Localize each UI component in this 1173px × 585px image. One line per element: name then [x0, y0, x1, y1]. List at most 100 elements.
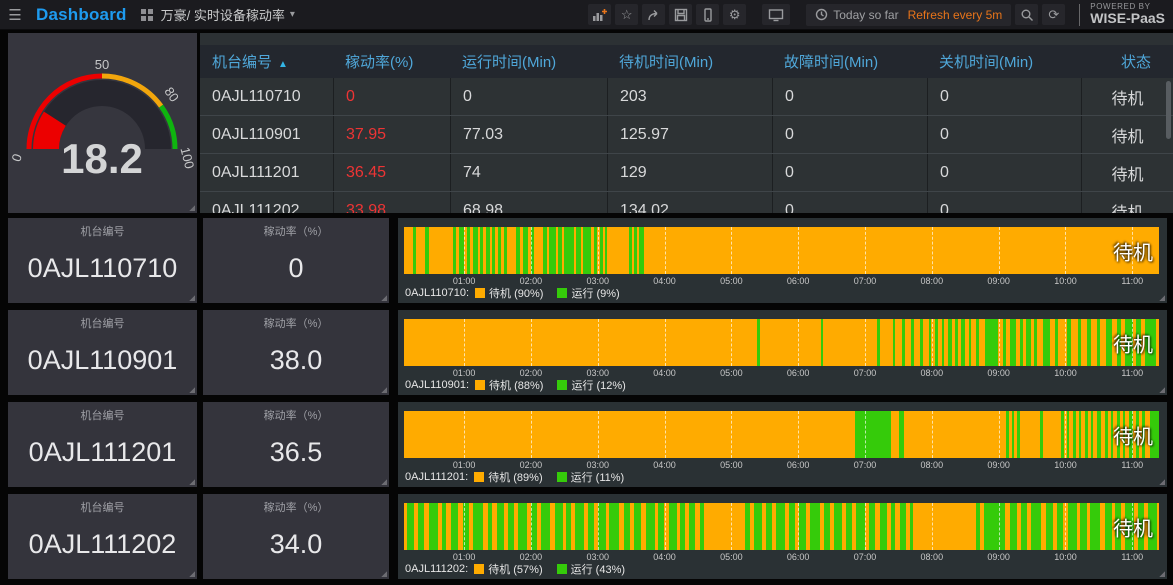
gauge-value-arc [33, 111, 67, 150]
run-segment [911, 319, 914, 366]
share-button[interactable] [642, 4, 666, 25]
legend-standby-label[interactable]: 待机 (89%) [488, 469, 542, 485]
gridline [931, 227, 933, 274]
run-segment [1045, 503, 1054, 550]
settings-button[interactable]: ⚙ [723, 4, 747, 25]
gridline [1065, 319, 1067, 366]
gridline [731, 411, 733, 458]
table-row[interactable]: 0AJL111202 33.98 68.98 134.02 0 0 待机 [200, 192, 1173, 213]
run-swatch [557, 288, 568, 298]
axis-tick-label: 01:00 [452, 276, 476, 286]
monitor-icon [769, 8, 784, 21]
legend-standby-label[interactable]: 待机 (57%) [488, 561, 542, 577]
refresh-button[interactable]: ⟳ [1042, 4, 1066, 25]
table-row[interactable]: 0AJL110901 37.95 77.03 125.97 0 0 待机 [200, 116, 1173, 154]
legend-run-label[interactable]: 运行 (43%) [571, 561, 625, 577]
tv-mode-button[interactable] [762, 4, 791, 25]
cell-standby: 125.97 [607, 116, 772, 153]
refresh-interval-label: Refresh every 5m [907, 7, 1003, 22]
run-segment [947, 319, 953, 366]
cell-machine: 0AJL110710 [212, 87, 301, 105]
add-panel-button[interactable] [588, 4, 612, 25]
axis-tick-label: 05:00 [720, 460, 743, 470]
save-button[interactable] [669, 4, 693, 25]
axis-tick-label: 09:00 [987, 552, 1010, 562]
card-title: 机台编号 [80, 318, 125, 330]
axis-tick-label: 07:00 [853, 368, 877, 378]
run-segment [909, 503, 913, 550]
col-header-runtime[interactable]: 运行时间(Min) [450, 51, 607, 72]
run-segment [497, 227, 502, 274]
axis-tick-label: 11:00 [1121, 460, 1144, 470]
col-header-status[interactable]: 状态 [1081, 51, 1173, 72]
col-header-standby[interactable]: 待机时间(Min) [607, 51, 772, 72]
chevron-down-icon[interactable]: ▾ [290, 9, 295, 20]
col-header-off[interactable]: 关机时间(Min) [927, 51, 1081, 72]
run-segment [518, 503, 528, 550]
timeline-bar[interactable]: 待机 [404, 503, 1159, 550]
run-segment [1033, 319, 1037, 366]
run-segment [900, 503, 907, 550]
gridline [464, 503, 466, 550]
bar-status-label: 待机 [1113, 242, 1153, 264]
run-segment [1011, 411, 1015, 458]
gridline [664, 319, 666, 366]
table-row[interactable]: 0AJL110710 0 0 203 0 0 待机 [200, 78, 1173, 116]
star-button[interactable]: ☆ [615, 4, 639, 25]
cell-fault: 0 [772, 116, 927, 153]
axis-tick-label: 08:00 [920, 368, 944, 378]
search-icon [1021, 9, 1033, 21]
gridline [1065, 411, 1067, 458]
card-value: 0 [288, 253, 304, 283]
run-segment [928, 319, 931, 366]
cell-utilization: 0 [333, 78, 450, 115]
gridline [464, 319, 466, 366]
gridline [865, 411, 866, 458]
gridline [865, 227, 866, 274]
timeline-bar[interactable]: 待机 [404, 319, 1159, 366]
app-logo[interactable]: Dashboard [36, 5, 127, 25]
table-row[interactable]: 0AJL111201 36.45 74 129 0 0 待机 [200, 154, 1173, 192]
gridline [464, 411, 466, 458]
legend-run-label[interactable]: 运行 (9%) [571, 285, 619, 301]
gauge-label-min: 0 [8, 152, 25, 164]
col-header-fault[interactable]: 故障时间(Min) [772, 51, 927, 72]
run-segment [418, 503, 425, 550]
col-header-utilization[interactable]: 稼动率(%) [333, 51, 450, 72]
card-title: 稼动率（%） [263, 318, 329, 330]
run-segment [1067, 503, 1077, 550]
legend-run-label[interactable]: 运行 (12%) [571, 377, 625, 393]
mobile-button[interactable] [696, 4, 720, 25]
run-segment [609, 503, 620, 550]
timeline-bar[interactable]: 待机 [404, 411, 1159, 458]
run-segment [623, 503, 630, 550]
axis-tick-label: 04:00 [653, 460, 676, 470]
table-scrollbar[interactable] [1166, 81, 1171, 139]
gridline [931, 319, 933, 366]
run-segment [1009, 503, 1018, 550]
bar-status-label: 待机 [1113, 426, 1153, 448]
time-range-picker[interactable]: Today so far Refresh every 5m [806, 3, 1012, 26]
legend-run-label[interactable]: 运行 (11%) [571, 469, 625, 485]
standby-swatch [475, 288, 486, 298]
run-segment [1072, 411, 1076, 458]
run-segment [575, 503, 585, 550]
standby-swatch [474, 472, 485, 482]
legend-standby-label[interactable]: 待机 (88%) [489, 377, 543, 393]
breadcrumb[interactable]: 万豪/ 实时设备稼动率 [161, 5, 285, 24]
run-segment [869, 503, 876, 550]
run-segment [789, 503, 796, 550]
gridline [798, 503, 800, 550]
legend-standby-label[interactable]: 待机 (90%) [489, 285, 543, 301]
menu-icon[interactable]: ☰ [0, 6, 30, 24]
axis-tick-label: 01:00 [452, 460, 476, 470]
run-segment [1104, 411, 1108, 458]
timeline-bar[interactable]: 待机 [404, 227, 1159, 274]
run-segment [879, 503, 888, 550]
star-icon: ☆ [620, 6, 633, 22]
dashboard-grid-icon[interactable] [140, 8, 153, 21]
run-segment [582, 227, 592, 274]
zoom-out-button[interactable] [1015, 4, 1039, 25]
card-value: 0AJL111202 [28, 529, 177, 559]
col-header-machine[interactable]: 机台编号 ▲ [200, 51, 333, 72]
